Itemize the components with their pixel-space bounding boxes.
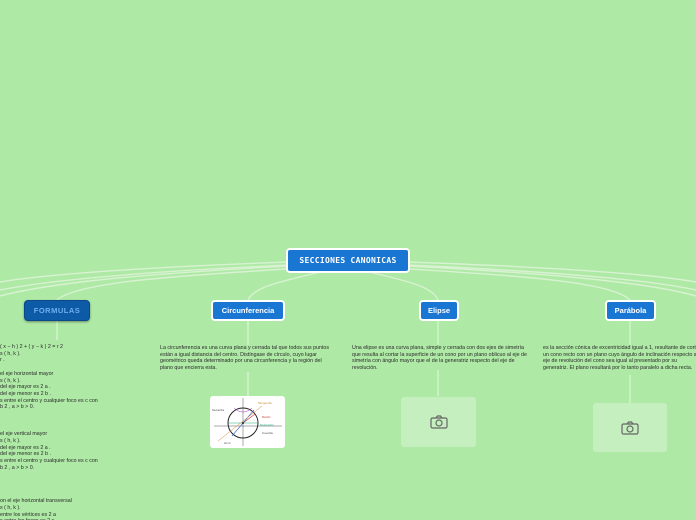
formula-line: b 2 , a > b > 0. xyxy=(0,404,35,411)
formula-line: el eje vertical mayor xyxy=(0,431,48,438)
circunferencia-note: La circunferencia es una curva plana y c… xyxy=(160,345,330,372)
topic-elipse[interactable]: Elipse xyxy=(419,300,459,321)
circunferencia-diagram-image[interactable]: Secante Radio Diámetro Cuerda Arco Tange… xyxy=(210,396,285,448)
formula-line: s entre el centro y cualquier foco es c … xyxy=(0,397,98,404)
svg-text:Cuerda: Cuerda xyxy=(262,431,273,435)
svg-text:Diámetro: Diámetro xyxy=(260,423,274,427)
svg-text:Arco: Arco xyxy=(224,441,231,445)
parabola-image-placeholder[interactable] xyxy=(593,403,667,452)
formula-line: s entre el centro y cualquier foco es c … xyxy=(0,457,98,464)
formula-line: s ( h, k ). xyxy=(0,437,21,444)
formula-line: entre los vértices es 2 a xyxy=(0,511,56,518)
svg-text:Tangente: Tangente xyxy=(257,401,272,405)
mind-map-canvas: SECCIONES CANONICAS FORMULAS Circunferen… xyxy=(0,0,696,520)
formulas-list: ( x − h ) 2 + ( y − k ) 2 = r 2s ( h, k … xyxy=(0,344,130,520)
parabola-note: es la sección cónica de excentricidad ig… xyxy=(543,345,696,372)
topic-circunferencia[interactable]: Circunferencia xyxy=(211,300,285,321)
formula-line: del eje mayor es 2 a . xyxy=(0,444,51,451)
svg-text:Secante: Secante xyxy=(212,408,224,412)
svg-text:Radio: Radio xyxy=(262,415,271,419)
formula-line: del eje menor es 2 b . xyxy=(0,390,51,397)
camera-icon xyxy=(429,415,448,429)
elipse-image-placeholder[interactable] xyxy=(401,397,476,447)
topic-formulas[interactable]: FORMULAS xyxy=(24,300,90,321)
formula-line xyxy=(0,411,130,418)
camera-icon xyxy=(621,420,639,435)
formula-line: el eje horizontal mayor xyxy=(0,370,54,377)
formula-line: b 2 , a > b > 0. xyxy=(0,464,35,471)
formula-line xyxy=(0,418,130,425)
formula-line xyxy=(0,485,130,492)
link-elipse xyxy=(369,271,439,301)
formula-line: del eje mayor es 2 a . xyxy=(0,384,51,391)
topic-parabola[interactable]: Parábola xyxy=(605,300,656,321)
formula-line xyxy=(0,491,130,498)
circle-diagram-icon: Secante Radio Diámetro Cuerda Arco Tange… xyxy=(212,398,282,446)
formula-line: s ( h, k ). xyxy=(0,350,21,357)
formula-line: ( x − h ) 2 + ( y − k ) 2 = r 2 xyxy=(0,344,63,350)
elipse-note: Una elipse es una curva plana, simple y … xyxy=(352,345,527,372)
formula-line xyxy=(0,471,130,478)
formula-line xyxy=(0,478,130,485)
formula-line: r . xyxy=(0,357,5,364)
link-circunferencia xyxy=(247,271,321,301)
formula-line: s ( h, k ). xyxy=(0,377,21,384)
formula-line: on el eje horizontal transversal xyxy=(0,498,72,505)
formula-line: s ( h, k ). xyxy=(0,504,21,511)
root-node[interactable]: SECCIONES CANONICAS xyxy=(286,248,410,273)
formula-line: del eje menor es 2 b . xyxy=(0,451,51,458)
formula-line xyxy=(0,424,130,431)
formula-line xyxy=(0,364,130,371)
